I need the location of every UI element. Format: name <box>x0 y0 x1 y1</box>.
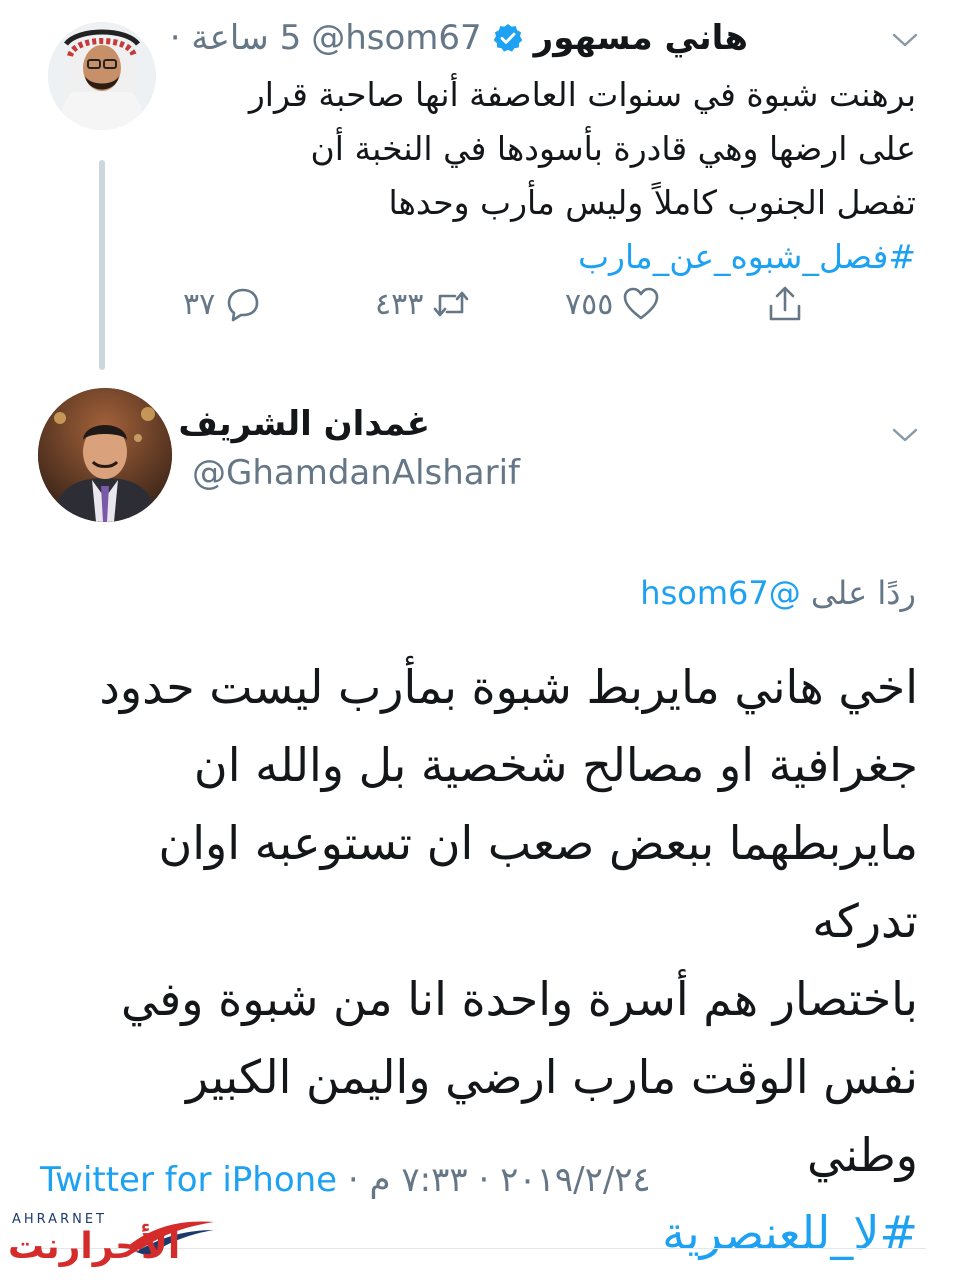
retweet-count: ٤٣٣ <box>375 286 424 322</box>
parent-avatar[interactable] <box>48 22 156 130</box>
parent-tweet-line: تفصل الجنوب كاملاً وليس مأرب وحدها <box>388 183 916 222</box>
share-button[interactable] <box>765 284 805 324</box>
parent-tweet-text: برهنت شبوة في سنوات العاصفة أنها صاحبة ق… <box>216 68 916 284</box>
thread-line <box>99 160 105 370</box>
watermark-arabic-text: الأحرارنت <box>8 1226 181 1267</box>
parent-tweet-line: على ارضها وهي قادرة بأسودها في النخبة أن <box>310 129 916 168</box>
reply-to-line: ردًا على @hsom67 <box>640 574 916 612</box>
share-icon <box>769 286 801 321</box>
parent-author-name[interactable]: هاني مسهور <box>534 18 748 58</box>
parent-tweet-time: 5 ساعة · <box>169 18 302 58</box>
parent-author-handle[interactable]: @hsom67 <box>311 18 481 58</box>
like-count: ٧٥٥ <box>565 286 614 322</box>
reply-to-handle[interactable]: @hsom67 <box>640 574 800 612</box>
watermark-latin-text: AHRARNET <box>12 1212 107 1227</box>
reply-button[interactable]: ٣٧ <box>183 284 263 324</box>
retweet-icon <box>434 291 469 317</box>
meta-separator: · <box>337 1160 370 1200</box>
main-tweet-line: مايربطهما ببعض صعب ان تستوعبه اوان تدركه <box>158 816 918 948</box>
main-tweet-line: باختصار هم أسرة واحدة انا من شبوة وفي <box>120 972 918 1026</box>
main-tweet-line: جغرافية او مصالح شخصية بل والله ان <box>193 738 918 792</box>
main-avatar[interactable] <box>38 388 172 522</box>
chevron-down-icon[interactable] <box>890 30 920 50</box>
parent-tweet-line: برهنت شبوة في سنوات العاصفة أنها صاحبة ق… <box>248 75 916 114</box>
tweet-meta: Twitter for iPhone · ٢٠١٩/٢/٢٤ · ٧:٣٣ م <box>40 1160 651 1200</box>
main-tweet-line: اخي هاني مايربط شبوة بمأرب ليست حدود <box>99 660 918 714</box>
tweet-action-bar: ٣٧ ٤٣٣ ٧٥٥ <box>175 284 825 334</box>
main-author-name[interactable]: غمدان الشريف <box>178 404 430 444</box>
ahrarnet-watermark-logo: AHRARNET الأحرارنت <box>8 1212 218 1274</box>
parent-avatar-image <box>48 22 156 130</box>
parent-tweet-header: هاني مسهور @hsom67 5 ساعة · <box>170 18 748 58</box>
reply-icon <box>227 288 259 322</box>
main-author-handle[interactable]: @GhamdanAlsharif <box>192 453 520 493</box>
reply-to-prefix: ردًا على <box>810 574 916 612</box>
tweet-time: ٧:٣٣ م <box>369 1160 468 1200</box>
retweet-button[interactable]: ٤٣٣ <box>375 284 471 324</box>
chevron-down-icon[interactable] <box>890 425 920 445</box>
main-avatar-image <box>38 388 172 522</box>
tweet-source-link[interactable]: Twitter for iPhone <box>40 1160 337 1200</box>
like-button[interactable]: ٧٥٥ <box>565 284 661 324</box>
reply-count: ٣٧ <box>183 286 216 322</box>
meta-separator: · <box>467 1160 501 1200</box>
like-icon <box>624 287 659 320</box>
verified-badge-icon <box>493 24 522 52</box>
tweet-date: ٢٠١٩/٢/٢٤ <box>500 1160 651 1200</box>
parent-hashtag-link[interactable]: #فصل_شبوه_عن_مارب <box>216 230 916 284</box>
